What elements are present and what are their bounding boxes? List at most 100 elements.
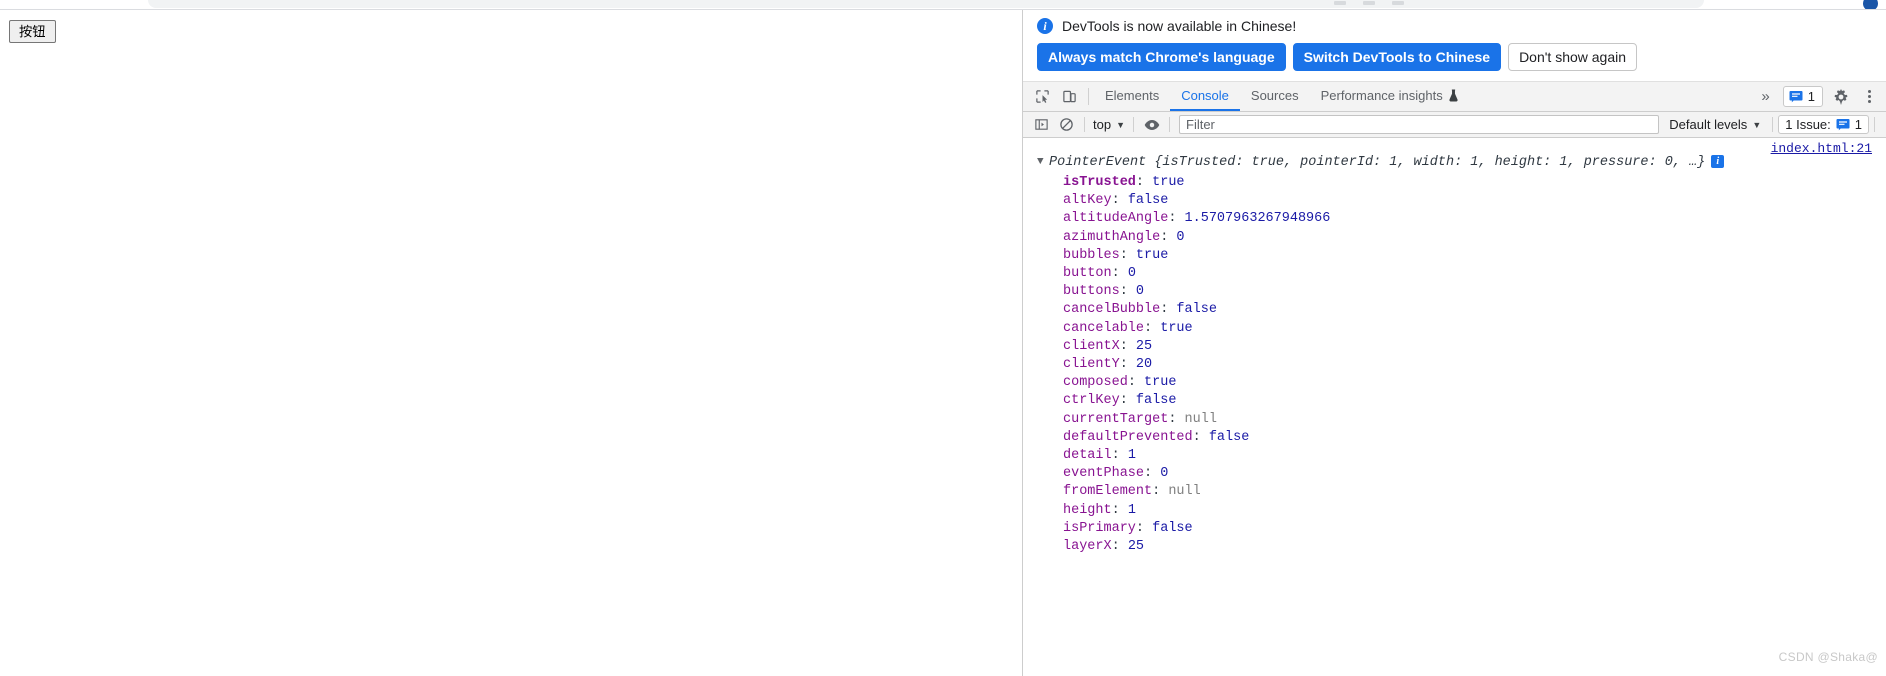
console-toolbar: top ▼ Default levels ▼ 1 Issue: (1023, 112, 1886, 138)
object-property-row[interactable]: layerX: 25 (1063, 538, 1886, 556)
property-name: layerX (1063, 539, 1112, 554)
object-property-row[interactable]: ctrlKey: false (1063, 392, 1886, 410)
issue-message-icon (1836, 119, 1850, 131)
devtools-panel: i DevTools is now available in Chinese! … (1022, 10, 1886, 676)
chevron-down-icon: ▼ (1116, 119, 1125, 130)
property-colon: : (1111, 502, 1128, 518)
property-value: true (1160, 320, 1193, 336)
devtools-main-menu-button[interactable] (1858, 90, 1880, 103)
property-value: false (1127, 193, 1169, 209)
toggle-device-toolbar-button[interactable] (1056, 82, 1083, 111)
object-constructor-name: PointerEvent (1049, 155, 1147, 170)
page-action-button[interactable]: 按钮 (9, 20, 56, 44)
inspect-element-button[interactable] (1029, 82, 1056, 111)
object-property-row[interactable]: cancelable: true (1063, 320, 1886, 338)
window-maximize-button[interactable] (1363, 1, 1375, 5)
object-preview-text: {isTrusted: true, pointerId: 1, width: 1… (1146, 155, 1706, 170)
property-colon: : (1127, 375, 1145, 391)
object-property-row[interactable]: altKey: false (1063, 192, 1886, 210)
execution-context-label: top (1093, 117, 1112, 132)
always-match-language-button[interactable]: Always match Chrome's language (1037, 43, 1286, 71)
property-colon: : (1160, 302, 1177, 318)
tab-sources[interactable]: Sources (1240, 82, 1310, 111)
object-property-row[interactable]: isTrusted: true (1063, 174, 1886, 192)
console-output[interactable]: index.html:21 ▼ PointerEvent {isTrusted:… (1023, 138, 1886, 676)
object-property-row[interactable]: cancelBubble: false (1063, 301, 1886, 319)
object-property-row[interactable]: clientY: 20 (1063, 356, 1886, 374)
property-name: height (1063, 502, 1112, 518)
console-sidebar-toggle-button[interactable] (1029, 115, 1054, 135)
property-name: currentTarget (1063, 411, 1169, 427)
devtools-tabbar: Elements Console Sources Performance ins… (1023, 82, 1886, 112)
property-value: true (1152, 174, 1185, 190)
tabbar-right-actions: » 1 (1752, 82, 1886, 111)
toolbar-divider (1084, 117, 1085, 132)
object-property-row[interactable]: altitudeAngle: 1.5707963267948966 (1063, 210, 1886, 228)
object-preview-header[interactable]: ▼ PointerEvent {isTrusted: true, pointer… (1023, 141, 1886, 171)
object-property-row[interactable]: height: 1 (1063, 502, 1886, 520)
object-property-row[interactable]: fromElement: null (1063, 483, 1886, 501)
property-colon: : (1168, 411, 1185, 427)
object-property-row[interactable]: defaultPrevented: false (1063, 429, 1886, 447)
expand-triangle-icon[interactable]: ▼ (1037, 155, 1049, 171)
property-name: composed (1063, 375, 1128, 391)
object-property-row[interactable]: button: 0 (1063, 265, 1886, 283)
console-issue-count: 1 (1854, 117, 1862, 132)
devtools-language-infobar: i DevTools is now available in Chinese! … (1023, 10, 1886, 82)
object-property-row[interactable]: bubbles: true (1063, 247, 1886, 265)
info-icon: i (1037, 18, 1053, 34)
issues-counter-button[interactable]: 1 (1782, 86, 1823, 107)
clear-console-button[interactable] (1054, 115, 1079, 135)
property-value: false (1176, 302, 1217, 318)
property-value: 0 (1127, 265, 1136, 281)
issue-message-icon (1789, 91, 1803, 103)
execution-context-selector[interactable]: top ▼ (1090, 117, 1128, 132)
window-minimize-button[interactable] (1334, 1, 1346, 5)
console-sidebar-icon (1035, 119, 1048, 130)
console-issues-button[interactable]: 1 Issue: 1 (1778, 115, 1869, 134)
object-property-row[interactable]: clientX: 25 (1063, 338, 1886, 356)
object-property-row[interactable]: composed: true (1063, 374, 1886, 392)
console-filter-input[interactable] (1179, 115, 1660, 134)
info-badge-icon[interactable]: i (1711, 155, 1725, 168)
browser-chrome-strip (0, 0, 1886, 11)
property-name: eventPhase (1063, 466, 1145, 482)
property-name: cancelable (1063, 320, 1145, 336)
tab-elements-label: Elements (1105, 88, 1160, 103)
object-property-row[interactable]: currentTarget: null (1063, 411, 1886, 429)
source-location-link[interactable]: index.html:21 (1771, 141, 1872, 156)
property-value: 0 (1135, 284, 1145, 300)
property-value: null (1184, 411, 1217, 427)
screenshot-root: 按钮 i DevTools is now available in Chines… (0, 0, 1886, 676)
property-name: defaultPrevented (1063, 429, 1193, 445)
tab-console[interactable]: Console (1170, 82, 1240, 111)
property-name: bubbles (1063, 247, 1120, 263)
object-property-row[interactable]: detail: 1 (1063, 447, 1886, 465)
object-property-row[interactable]: azimuthAngle: 0 (1063, 229, 1886, 247)
console-log-entry[interactable]: index.html:21 ▼ PointerEvent {isTrusted:… (1023, 138, 1886, 556)
switch-to-chinese-button[interactable]: Switch DevTools to Chinese (1292, 43, 1502, 71)
tab-elements[interactable]: Elements (1094, 82, 1170, 111)
settings-button[interactable] (1827, 88, 1854, 105)
tab-performance-insights[interactable]: Performance insights (1310, 82, 1470, 111)
property-colon: : (1135, 174, 1153, 190)
property-colon: : (1111, 193, 1128, 209)
toolbar-divider (1133, 117, 1134, 132)
object-property-row[interactable]: buttons: 0 (1063, 283, 1886, 301)
tab-console-label: Console (1181, 88, 1229, 103)
more-tabs-button[interactable]: » (1752, 88, 1778, 105)
object-property-row[interactable]: eventPhase: 0 (1063, 465, 1886, 483)
dont-show-again-button[interactable]: Don't show again (1508, 43, 1638, 71)
object-property-row[interactable]: isPrimary: false (1063, 520, 1886, 538)
property-colon: : (1135, 520, 1153, 536)
log-levels-selector[interactable]: Default levels ▼ (1663, 117, 1767, 132)
property-name: isTrusted (1063, 174, 1136, 190)
property-colon: : (1111, 447, 1128, 463)
browser-toolbar-fill (148, 0, 1704, 8)
tab-sources-label: Sources (1250, 88, 1299, 103)
property-name: detail (1063, 447, 1112, 463)
kebab-dot (1867, 95, 1871, 98)
window-close-button[interactable] (1392, 1, 1404, 5)
live-expression-button[interactable] (1139, 115, 1164, 135)
property-colon: : (1168, 211, 1185, 227)
